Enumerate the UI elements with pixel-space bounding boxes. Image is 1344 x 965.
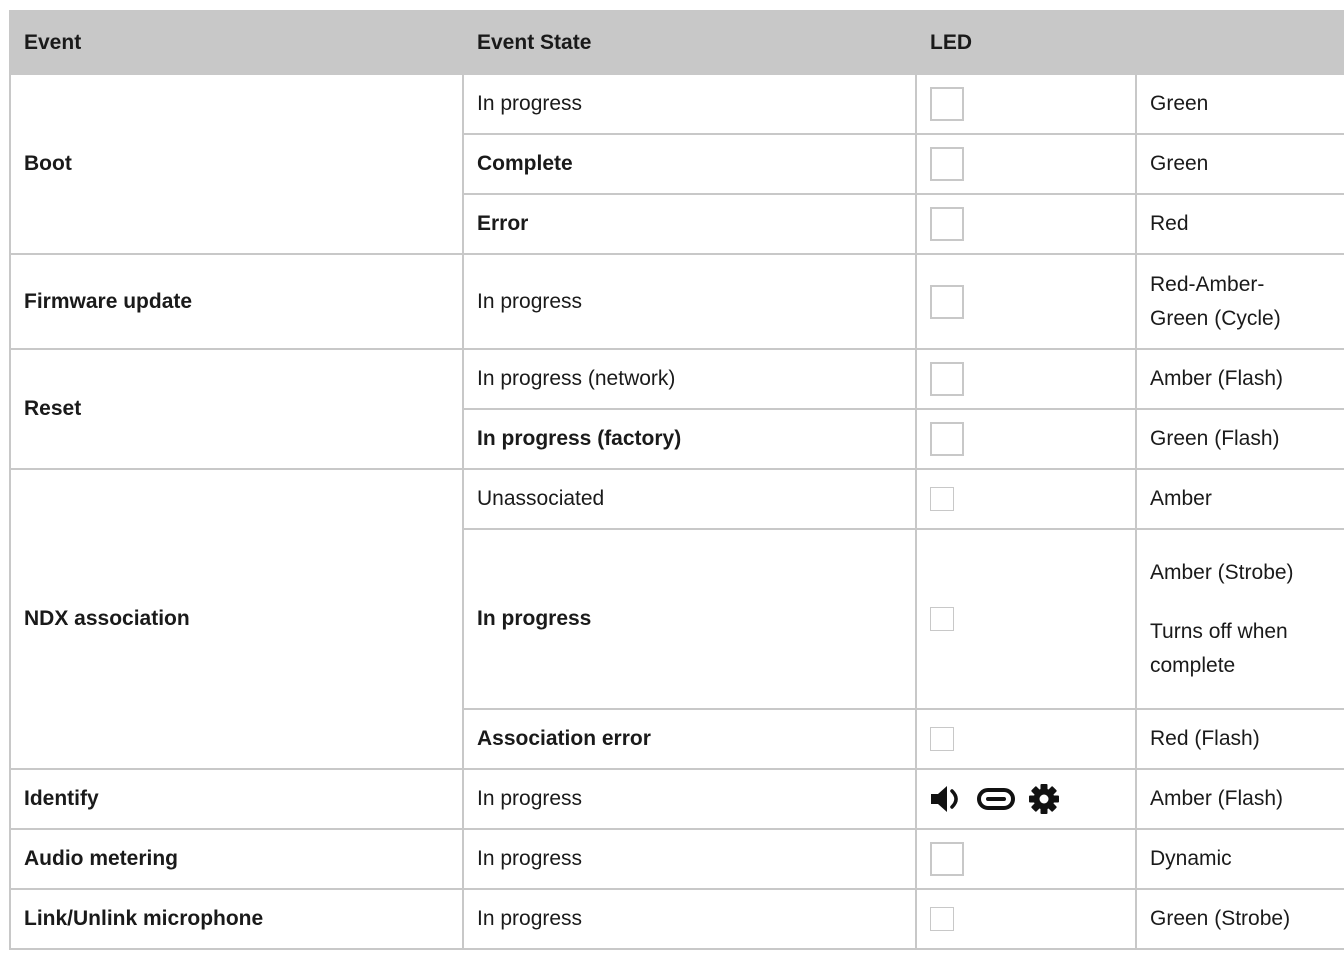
state-cell: In progress: [462, 73, 917, 135]
led-color-line: Amber (Strobe): [1150, 560, 1294, 584]
led-swatch: [930, 207, 964, 241]
table-row: Identify In progress Amber (Flash): [9, 768, 1344, 830]
led-swatch-cell: [915, 73, 1137, 135]
led-swatch: [930, 907, 954, 931]
header-event: Event: [9, 10, 464, 75]
state-cell: Error: [462, 193, 917, 255]
state-cell: In progress: [462, 253, 917, 350]
led-swatch: [930, 284, 964, 319]
state-cell: In progress: [462, 528, 917, 710]
led-behavior-table: Event Event State LED Boot In progress G…: [9, 10, 1344, 950]
led-color-cell: Dynamic: [1135, 828, 1344, 890]
speaker-icon: [931, 786, 958, 812]
table-row: Link/Unlink microphone In progress Green…: [9, 888, 1344, 950]
table-row: NDX association Unassociated Amber: [9, 468, 1344, 770]
state-cell: In progress (factory): [462, 408, 917, 470]
event-cell-audio-metering: Audio metering: [9, 828, 464, 890]
table-row: Firmware update In progress Red-Amber- G…: [9, 253, 1344, 350]
led-swatch: [930, 727, 954, 751]
event-cell-link-unlink-microphone: Link/Unlink microphone: [9, 888, 464, 950]
state-cell: In progress: [462, 888, 917, 950]
header-event-state: Event State: [462, 10, 917, 75]
led-swatch-cell: [915, 888, 1137, 950]
state-cell: In progress: [462, 768, 917, 830]
led-swatch-cell: [915, 828, 1137, 890]
led-swatch: [930, 842, 964, 876]
state-cell: Unassociated: [462, 468, 917, 530]
event-cell-ndx-association: NDX association: [9, 468, 464, 770]
led-color-cell: Amber (Strobe) Turns off when complete: [1135, 528, 1344, 710]
led-swatch: [930, 607, 954, 631]
led-color-line: Red-Amber-: [1150, 272, 1265, 296]
led-color-cell: Amber (Flash): [1135, 348, 1344, 410]
led-color-cell: Red: [1135, 193, 1344, 255]
led-color-line: Green (Cycle): [1150, 306, 1281, 330]
state-cell: Association error: [462, 708, 917, 770]
led-color-cell: Amber (Flash): [1135, 768, 1344, 830]
led-swatch: [930, 487, 954, 511]
link-icon: [977, 788, 1015, 810]
event-cell-reset: Reset: [9, 348, 464, 470]
led-color-cell: Green: [1135, 133, 1344, 195]
led-swatch: [930, 147, 964, 181]
led-swatch-cell: [915, 708, 1137, 770]
led-color-cell: Green (Flash): [1135, 408, 1344, 470]
event-cell-firmware-update: Firmware update: [9, 253, 464, 350]
led-swatch-cell: [915, 253, 1137, 350]
led-color-cell: Red-Amber- Green (Cycle): [1135, 253, 1344, 350]
table-row: Reset In progress (network) Amber (Flash…: [9, 348, 1344, 470]
table-row: Boot In progress Green: [9, 73, 1344, 255]
led-color-cell: Red (Flash): [1135, 708, 1344, 770]
led-color-cell: Amber: [1135, 468, 1344, 530]
led-swatch: [930, 422, 964, 456]
led-swatch-cell: [915, 408, 1137, 470]
led-color-cell: Green: [1135, 73, 1344, 135]
led-swatch: [930, 87, 964, 121]
led-icons-cell: [915, 768, 1137, 830]
event-cell-boot: Boot: [9, 73, 464, 255]
led-swatch: [930, 362, 964, 396]
led-color-cell: Green (Strobe): [1135, 888, 1344, 950]
led-swatch-cell: [915, 193, 1137, 255]
event-cell-identify: Identify: [9, 768, 464, 830]
led-note-line: Turns off when: [1150, 619, 1288, 643]
led-swatch-cell: [915, 528, 1137, 710]
led-swatch-cell: [915, 133, 1137, 195]
table-row: Audio metering In progress Dynamic: [9, 828, 1344, 890]
led-note-line: complete: [1150, 653, 1236, 677]
gear-icon: [1029, 784, 1059, 814]
state-cell: In progress (network): [462, 348, 917, 410]
header-led: LED: [915, 10, 1344, 75]
led-swatch-cell: [915, 348, 1137, 410]
state-cell: Complete: [462, 133, 917, 195]
header-row: Event Event State LED: [9, 10, 1344, 75]
state-cell: In progress: [462, 828, 917, 890]
led-swatch-cell: [915, 468, 1137, 530]
